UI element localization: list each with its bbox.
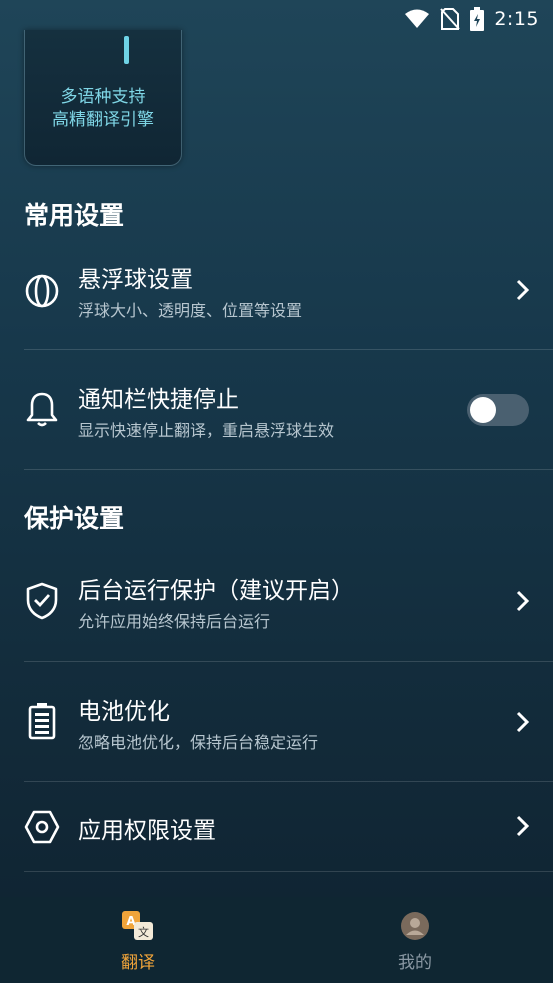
wifi-icon: [404, 9, 430, 29]
shield-check-icon: [23, 582, 61, 620]
globe-icon: [23, 272, 61, 310]
notify-stop-title: 通知栏快捷停止: [78, 387, 239, 413]
bell-icon: [23, 390, 61, 428]
nav-tab-translate[interactable]: A文 翻译: [68, 897, 208, 983]
divider: [24, 469, 553, 470]
permissions-title: 应用权限设置: [78, 818, 216, 844]
section-title-common: 常用设置: [24, 201, 125, 230]
section-title-protect: 保护设置: [24, 504, 125, 533]
status-time: 2:15: [494, 7, 539, 30]
background-protect-title: 后台运行保护（建议开启）: [78, 578, 354, 604]
battery-charging-icon: [470, 6, 485, 31]
battery-title: 电池优化: [78, 699, 170, 725]
float-ball-subtitle: 浮球大小、透明度、位置等设置: [78, 301, 303, 320]
chevron-right-icon: [515, 814, 531, 838]
battery-icon: [23, 702, 61, 740]
avatar-icon: [398, 910, 432, 942]
promo-line-1: 多语种支持: [60, 87, 146, 107]
nav-label-translate: 翻译: [121, 953, 155, 973]
background-protect-subtitle: 允许应用始终保持后台运行: [78, 612, 271, 631]
float-ball-title: 悬浮球设置: [78, 267, 193, 293]
settings-item-float-ball[interactable]: 悬浮球设置 浮球大小、透明度、位置等设置: [0, 240, 553, 350]
notify-stop-toggle[interactable]: [467, 394, 529, 426]
divider: [24, 871, 553, 872]
chevron-right-icon: [515, 710, 531, 734]
settings-item-battery[interactable]: 电池优化 忽略电池优化，保持后台稳定运行: [0, 662, 553, 782]
svg-text:文: 文: [138, 925, 149, 939]
nav-tab-mine[interactable]: 我的: [345, 897, 485, 983]
bottom-nav: A文 翻译 我的: [0, 897, 553, 983]
settings-item-background-protect[interactable]: 后台运行保护（建议开启） 允许应用始终保持后台运行: [0, 545, 553, 661]
settings-item-notify-stop[interactable]: 通知栏快捷停止 显示快速停止翻译，重启悬浮球生效: [0, 350, 553, 470]
no-sim-icon: [440, 7, 461, 30]
battery-subtitle: 忽略电池优化，保持后台稳定运行: [78, 733, 319, 752]
settings-item-permissions[interactable]: 应用权限设置: [0, 782, 553, 872]
toggle-knob: [470, 397, 496, 423]
promo-line-2: 高精翻译引擎: [52, 110, 154, 130]
nav-label-mine: 我的: [398, 953, 432, 973]
chevron-right-icon: [515, 589, 531, 613]
hexagon-settings-icon: [23, 808, 61, 846]
chevron-right-icon: [515, 278, 531, 302]
notify-stop-subtitle: 显示快速停止翻译，重启悬浮球生效: [78, 421, 335, 440]
translate-icon: A文: [121, 910, 155, 942]
promo-bar: [124, 36, 129, 64]
promo-card: 多语种支持 高精翻译引擎: [24, 30, 182, 166]
